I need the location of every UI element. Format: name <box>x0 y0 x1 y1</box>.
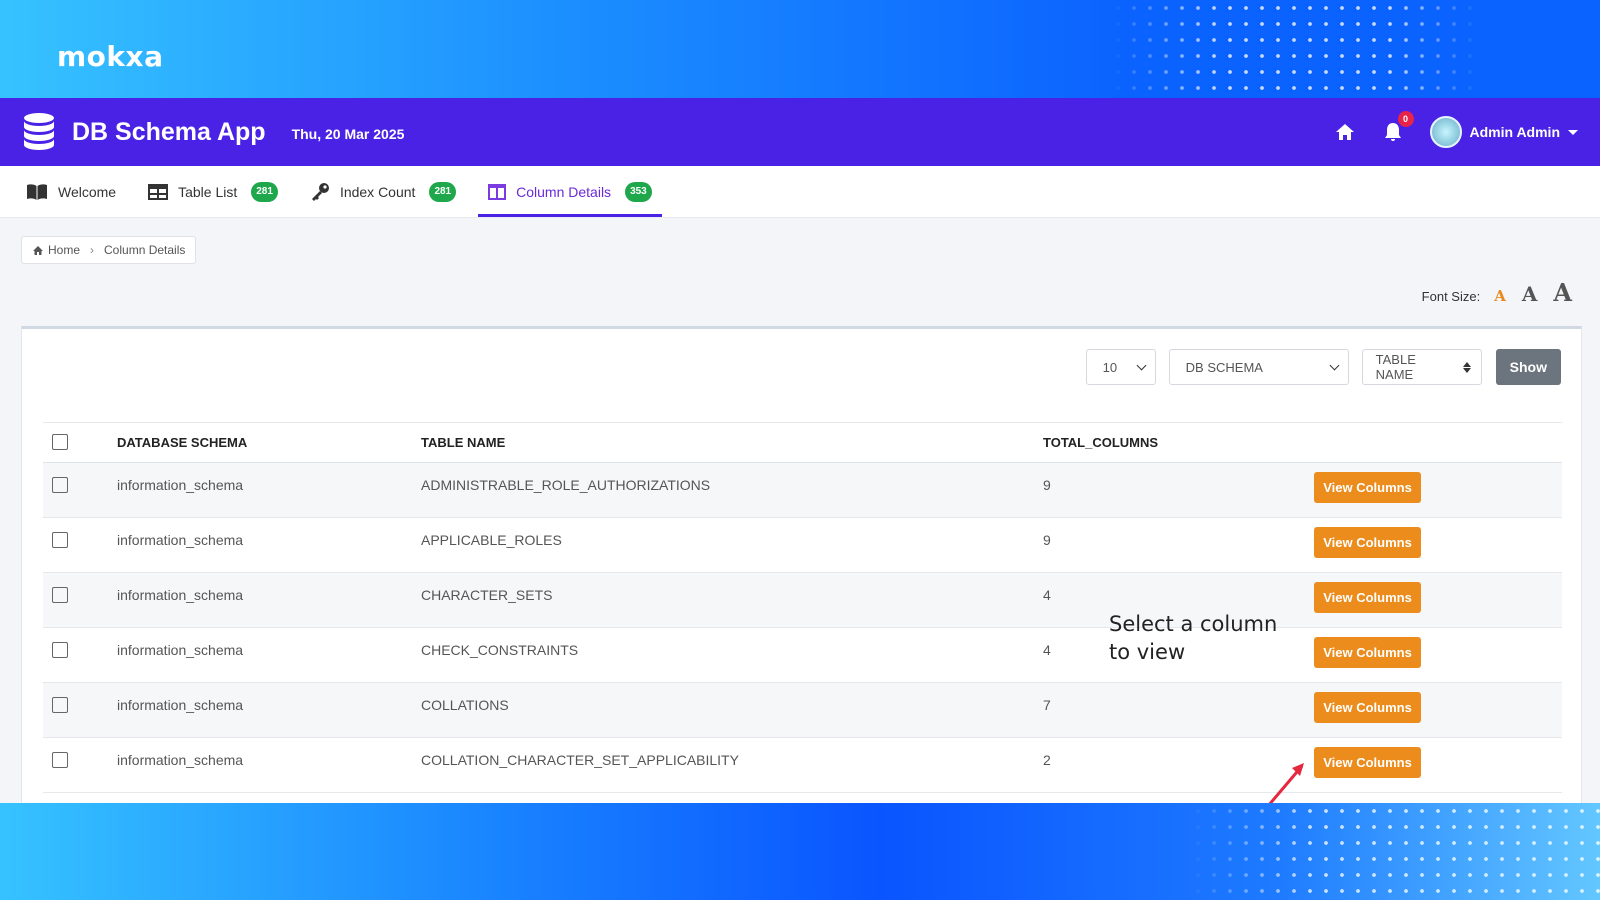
font-size-large-button[interactable]: A <box>1553 278 1572 307</box>
total-columns-cell: 9 <box>1043 462 1314 518</box>
database-icon <box>24 113 54 150</box>
view-columns-button[interactable]: View Columns <box>1314 582 1421 613</box>
results-card: 10 DB SCHEMA TABLE NAME Show DATABASE SC… <box>21 326 1582 803</box>
tab-label: Table List <box>178 183 238 200</box>
font-size-small-button[interactable]: A <box>1494 287 1506 305</box>
schema-cell: information_schema <box>117 737 421 793</box>
home-icon <box>33 245 43 255</box>
avatar[interactable] <box>1429 116 1462 148</box>
tab-column-details[interactable]: Column Details 353 <box>478 166 662 217</box>
sort-icon <box>1462 361 1471 373</box>
schema-cell: information_schema <box>117 517 421 573</box>
breadcrumb: Home › Column Details <box>21 236 197 264</box>
table-name-cell: CHECK_CONSTRAINTS <box>421 627 1043 683</box>
app-title: DB Schema App <box>72 117 266 146</box>
count-badge: 281 <box>251 181 278 202</box>
table-name-cell: COLLATIONS <box>421 682 1043 738</box>
count-badge: 281 <box>429 181 457 202</box>
user-menu-label[interactable]: Admin Admin <box>1470 124 1560 140</box>
view-columns-button[interactable]: View Columns <box>1314 527 1421 558</box>
navbar: DB Schema App Thu, 20 Mar 2025 0 Admin A… <box>0 98 1600 166</box>
view-columns-button[interactable]: View Columns <box>1314 747 1421 778</box>
table-name-cell: COLLATION_CHARACTER_SET_APPLICABILITY <box>421 737 1043 793</box>
font-size-label: Font Size: <box>1421 289 1481 304</box>
bell-icon[interactable]: 0 <box>1382 111 1414 143</box>
annotation-arrow-icon <box>1268 763 1304 803</box>
sort-select-value: TABLE NAME <box>1375 352 1416 382</box>
breadcrumb-home[interactable]: Home <box>48 243 80 257</box>
row-checkbox[interactable] <box>52 477 68 493</box>
font-size-medium-button[interactable]: A <box>1522 282 1538 306</box>
schema-select[interactable]: DB SCHEMA <box>1168 349 1349 385</box>
current-date: Thu, 20 Mar 2025 <box>291 126 405 142</box>
annotation-line: Select a column <box>1109 612 1278 636</box>
page-size-value: 10 <box>1102 359 1118 375</box>
brand-logo: mokxa <box>57 40 164 73</box>
tab-welcome[interactable]: Welcome <box>16 166 126 217</box>
total-columns-cell: 7 <box>1043 682 1314 738</box>
notification-badge: 0 <box>1397 111 1414 127</box>
count-badge: 353 <box>625 181 652 202</box>
row-checkbox[interactable] <box>52 532 68 548</box>
column-header: TOTAL_COLUMNS <box>1043 422 1314 463</box>
table-row: information_schema COLLATIONS 7 View Col… <box>43 682 1562 738</box>
navbar-actions: 0 Admin Admin <box>1334 111 1578 148</box>
table-header-row: DATABASE SCHEMA TABLE NAME TOTAL_COLUMNS <box>43 422 1562 463</box>
chevron-right-icon: › <box>90 243 95 257</box>
filter-controls: 10 DB SCHEMA TABLE NAME Show <box>1073 349 1561 385</box>
row-checkbox[interactable] <box>52 587 68 603</box>
page-size-select[interactable]: 10 <box>1085 349 1156 385</box>
table-row: information_schema APPLICABLE_ROLES 9 Vi… <box>43 517 1562 573</box>
book-icon <box>27 183 47 200</box>
chevron-down-icon[interactable] <box>1568 129 1578 135</box>
tab-bar: Welcome Table List 281 Index Count 281 C… <box>0 166 1600 218</box>
main-content: Home › Column Details Font Size: A A A 1… <box>0 218 1600 803</box>
column-header: TABLE NAME <box>421 422 1043 463</box>
tab-index-count[interactable]: Index Count 281 <box>300 166 466 217</box>
column-header: DATABASE SCHEMA <box>117 422 421 463</box>
table-row: information_schema COLLATION_CHARACTER_S… <box>43 737 1562 793</box>
app-window: DB Schema App Thu, 20 Mar 2025 0 Admin A… <box>0 98 1600 803</box>
total-columns-cell: 9 <box>1043 517 1314 573</box>
table-row: information_schema ADMINISTRABLE_ROLE_AU… <box>43 462 1562 518</box>
font-size-controls: Font Size: A A A <box>1422 278 1572 307</box>
row-checkbox[interactable] <box>52 752 68 768</box>
view-columns-button[interactable]: View Columns <box>1314 692 1421 723</box>
breadcrumb-current: Column Details <box>104 243 186 257</box>
chevron-down-icon <box>1329 360 1340 370</box>
view-columns-button[interactable]: View Columns <box>1314 472 1421 503</box>
schema-cell: information_schema <box>117 462 421 518</box>
schema-cell: information_schema <box>117 572 421 628</box>
columns-icon <box>488 183 507 200</box>
annotation-line: to view <box>1109 640 1186 664</box>
chevron-down-icon <box>1136 360 1147 370</box>
annotation-text: Select a column to view <box>1109 610 1277 666</box>
schema-cell: information_schema <box>117 627 421 683</box>
table-row: information_schema CHECK_CONSTRAINTS 4 V… <box>43 627 1562 683</box>
column-header-actions <box>1314 422 1562 463</box>
tab-table-list[interactable]: Table List 281 <box>138 166 288 217</box>
schema-cell: information_schema <box>117 682 421 738</box>
key-icon <box>311 182 329 201</box>
table-name-cell: CHARACTER_SETS <box>421 572 1043 628</box>
row-checkbox[interactable] <box>52 697 68 713</box>
select-all-checkbox[interactable] <box>52 434 68 450</box>
show-button[interactable]: Show <box>1495 349 1561 385</box>
decorative-dots <box>1110 0 1480 98</box>
tab-label: Welcome <box>58 183 117 200</box>
decorative-dots <box>1190 803 1600 900</box>
row-checkbox[interactable] <box>52 642 68 658</box>
tab-label: Index Count <box>339 183 416 200</box>
table-icon <box>148 183 169 200</box>
sort-select[interactable]: TABLE NAME <box>1361 349 1482 385</box>
home-icon[interactable] <box>1334 121 1356 143</box>
table-name-cell: APPLICABLE_ROLES <box>421 517 1043 573</box>
table-row: information_schema CHARACTER_SETS 4 View… <box>43 572 1562 628</box>
view-columns-button[interactable]: View Columns <box>1314 637 1421 668</box>
tab-label: Column Details <box>516 183 612 200</box>
table-name-cell: ADMINISTRABLE_ROLE_AUTHORIZATIONS <box>421 462 1043 518</box>
results-table: DATABASE SCHEMA TABLE NAME TOTAL_COLUMNS… <box>43 422 1562 793</box>
schema-select-value: DB SCHEMA <box>1185 359 1263 375</box>
